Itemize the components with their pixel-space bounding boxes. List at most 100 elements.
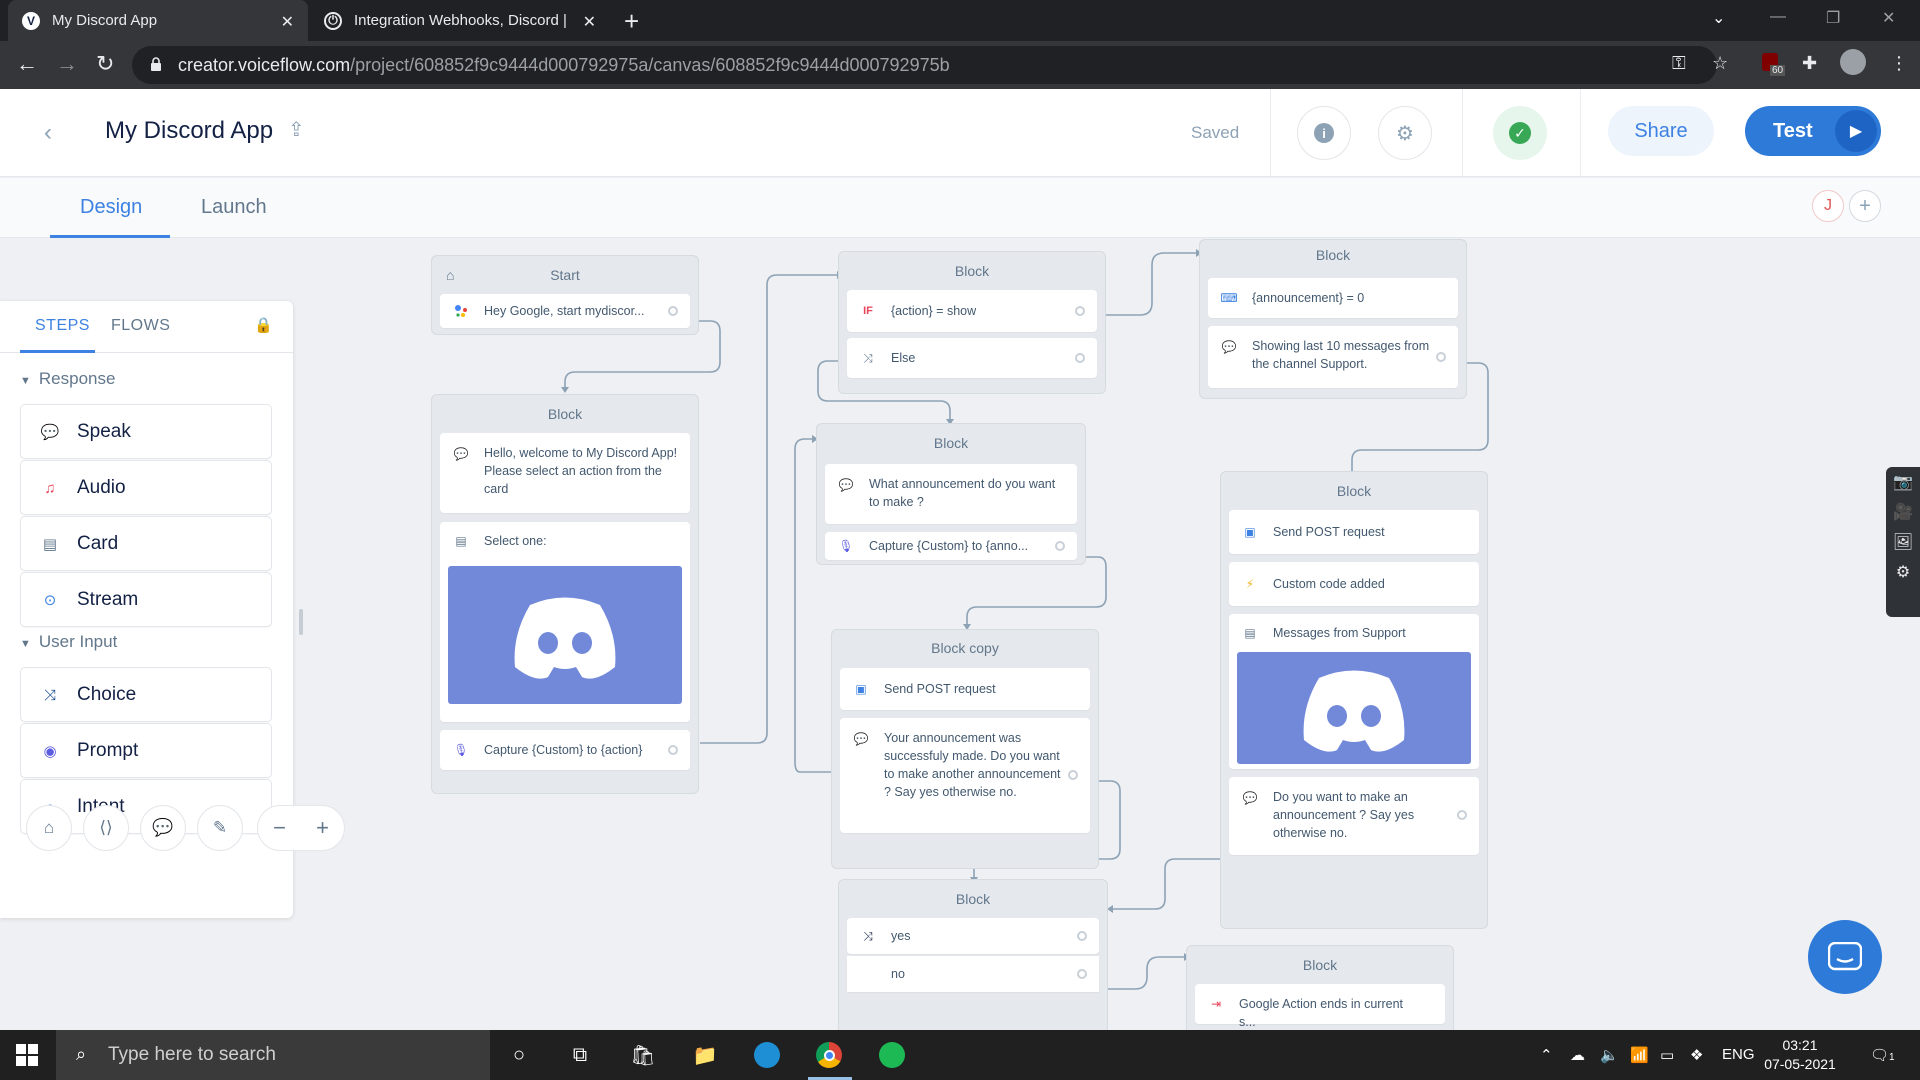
- test-button[interactable]: Test ▶: [1745, 106, 1881, 156]
- speak-step[interactable]: 💬 What announcement do you want to make …: [825, 464, 1077, 524]
- task-view-icon[interactable]: ⧉: [565, 1041, 595, 1069]
- status-check-button[interactable]: ✓: [1493, 106, 1547, 160]
- wifi-icon[interactable]: 📶: [1630, 1046, 1649, 1064]
- profile-avatar[interactable]: [1840, 49, 1866, 75]
- card-step[interactable]: ▤ Messages from Support: [1229, 614, 1479, 769]
- code-step[interactable]: ⚡ Custom code added: [1229, 562, 1479, 606]
- close-tab-icon[interactable]: ✕: [281, 12, 294, 32]
- capture-step[interactable]: 🎙 Capture {Custom} to {anno...: [825, 532, 1077, 560]
- file-explorer-icon[interactable]: 📁: [690, 1041, 720, 1069]
- choice-no-step[interactable]: no: [847, 956, 1099, 992]
- browser-tab[interactable]: ⏻ Integration Webhooks, Discord | ✕: [310, 0, 610, 41]
- tab-launch[interactable]: Launch: [201, 196, 267, 219]
- speak-step[interactable]: 💬 Your announcement was successfuly made…: [840, 718, 1090, 833]
- tab-search-icon[interactable]: ⌄: [1712, 8, 1725, 28]
- set-step[interactable]: ⌨ {announcement} = 0: [1208, 278, 1458, 318]
- share-button[interactable]: Share: [1608, 106, 1714, 156]
- settings-button[interactable]: ⚙: [1378, 106, 1432, 160]
- api-step[interactable]: ▣ Send POST request: [840, 668, 1090, 710]
- welcome-block[interactable]: Block 💬 Hello, welcome to My Discord App…: [431, 394, 699, 794]
- output-port[interactable]: [1077, 969, 1087, 979]
- ublock-icon[interactable]: 60: [1762, 53, 1786, 76]
- lock-icon[interactable]: 🔒: [254, 316, 273, 334]
- forward-icon[interactable]: →: [56, 51, 78, 77]
- upload-icon[interactable]: ⇪: [288, 117, 305, 142]
- speak-step[interactable]: 💬 Showing last 10 messages from the chan…: [1208, 326, 1458, 388]
- section-response[interactable]: ▼ Response: [20, 369, 115, 389]
- capture-step[interactable]: 🎙 Capture {Custom} to {action}: [440, 730, 690, 770]
- step-audio[interactable]: ♫ Audio: [20, 460, 272, 515]
- clock[interactable]: 03:21 07-05-2021: [1762, 1036, 1838, 1074]
- show-messages-block[interactable]: Block ⌨ {announcement} = 0 💬 Showing las…: [1199, 239, 1467, 399]
- dropbox-icon[interactable]: ❖: [1690, 1046, 1703, 1064]
- output-port[interactable]: [1075, 306, 1085, 316]
- output-port[interactable]: [1457, 810, 1467, 820]
- choice-yes-step[interactable]: ⤨ yes: [847, 918, 1099, 954]
- else-step[interactable]: ⤨ Else: [847, 338, 1097, 378]
- ask-announcement-block[interactable]: Block 💬 What announcement do you want to…: [816, 423, 1086, 565]
- battery-icon[interactable]: ▭: [1660, 1046, 1674, 1064]
- speak-step[interactable]: 💬 Hello, welcome to My Discord App! Plea…: [440, 433, 690, 513]
- avatar[interactable]: J: [1812, 190, 1844, 222]
- edit-button[interactable]: ✎: [197, 805, 243, 851]
- output-port[interactable]: [1068, 770, 1078, 780]
- back-chevron-icon[interactable]: ‹: [44, 119, 52, 147]
- windows-start-icon[interactable]: [16, 1044, 38, 1066]
- if-step[interactable]: IF {action} = show: [847, 290, 1097, 332]
- output-port[interactable]: [1436, 352, 1446, 362]
- language-indicator[interactable]: ENG: [1722, 1046, 1755, 1063]
- reload-icon[interactable]: ↻: [96, 51, 114, 77]
- browser-menu-icon[interactable]: ⋮: [1890, 53, 1908, 74]
- back-icon[interactable]: ←: [16, 51, 38, 77]
- address-bar[interactable]: creator.voiceflow.com/project/608852f9c9…: [132, 46, 1717, 84]
- gear-icon[interactable]: ⚙: [1886, 557, 1920, 587]
- browser-tab-active[interactable]: V My Discord App ✕: [8, 0, 308, 41]
- bookmark-star-icon[interactable]: ☆: [1712, 53, 1728, 74]
- step-card[interactable]: ▤ Card: [20, 516, 272, 571]
- start-block[interactable]: ⌂ Start Hey Google, start mydiscor...: [431, 255, 699, 335]
- zoom-out-icon[interactable]: −: [273, 815, 286, 841]
- notification-center-icon[interactable]: 🗨1: [1870, 1046, 1895, 1064]
- show-hidden-icons[interactable]: ⌃: [1540, 1046, 1553, 1064]
- comment-button[interactable]: 💬: [140, 805, 186, 851]
- extensions-puzzle-icon[interactable]: ✚: [1802, 53, 1817, 74]
- project-title[interactable]: My Discord App: [105, 117, 273, 145]
- step-choice[interactable]: ⤨ Choice: [20, 667, 272, 722]
- panel-resize-handle[interactable]: [299, 609, 303, 635]
- new-tab-icon[interactable]: +: [624, 6, 639, 37]
- output-port[interactable]: [1075, 353, 1085, 363]
- window-close-icon[interactable]: ✕: [1882, 8, 1895, 28]
- output-port[interactable]: [1077, 931, 1087, 941]
- camera-icon[interactable]: 📷: [1886, 467, 1920, 497]
- info-button[interactable]: i: [1297, 106, 1351, 160]
- code-button[interactable]: ⟨⟩: [83, 805, 129, 851]
- support-messages-block[interactable]: Block ▣ Send POST request ⚡ Custom code …: [1220, 471, 1488, 929]
- output-port[interactable]: [668, 745, 678, 755]
- section-user-input[interactable]: ▼ User Input: [20, 632, 117, 652]
- cortana-icon[interactable]: ○: [504, 1041, 534, 1069]
- volume-icon[interactable]: 🔈: [1600, 1046, 1619, 1064]
- edge-icon[interactable]: [752, 1041, 782, 1069]
- speak-step[interactable]: 💬 Do you want to make an announcement ? …: [1229, 777, 1479, 855]
- gallery-icon[interactable]: 🖼: [1886, 527, 1920, 557]
- tab-design[interactable]: Design: [80, 196, 142, 219]
- step-prompt[interactable]: ◉ Prompt: [20, 723, 272, 778]
- if-block[interactable]: Block IF {action} = show ⤨ Else: [838, 251, 1106, 394]
- store-icon[interactable]: 🛍: [628, 1041, 658, 1069]
- restore-icon[interactable]: ❐: [1826, 8, 1840, 28]
- support-chat-button[interactable]: [1808, 920, 1882, 994]
- block-copy[interactable]: Block copy ▣ Send POST request 💬 Your an…: [831, 629, 1099, 869]
- close-tab-icon[interactable]: ✕: [583, 12, 596, 32]
- onedrive-icon[interactable]: ☁: [1570, 1046, 1585, 1064]
- home-button[interactable]: ⌂: [26, 805, 72, 851]
- chrome-icon[interactable]: [814, 1041, 844, 1069]
- intent-step[interactable]: Hey Google, start mydiscor...: [440, 294, 690, 328]
- zoom-in-icon[interactable]: +: [316, 815, 329, 841]
- video-camera-icon[interactable]: 🎥: [1886, 497, 1920, 527]
- tab-steps[interactable]: STEPS: [35, 317, 90, 335]
- taskbar-search-input[interactable]: ⌕ Type here to search: [56, 1030, 490, 1080]
- output-port[interactable]: [1055, 541, 1065, 551]
- step-speak[interactable]: 💬 Speak: [20, 404, 272, 459]
- key-icon[interactable]: ⚿: [1672, 53, 1686, 74]
- choice-block[interactable]: Block ⤨ yes no: [838, 879, 1108, 1030]
